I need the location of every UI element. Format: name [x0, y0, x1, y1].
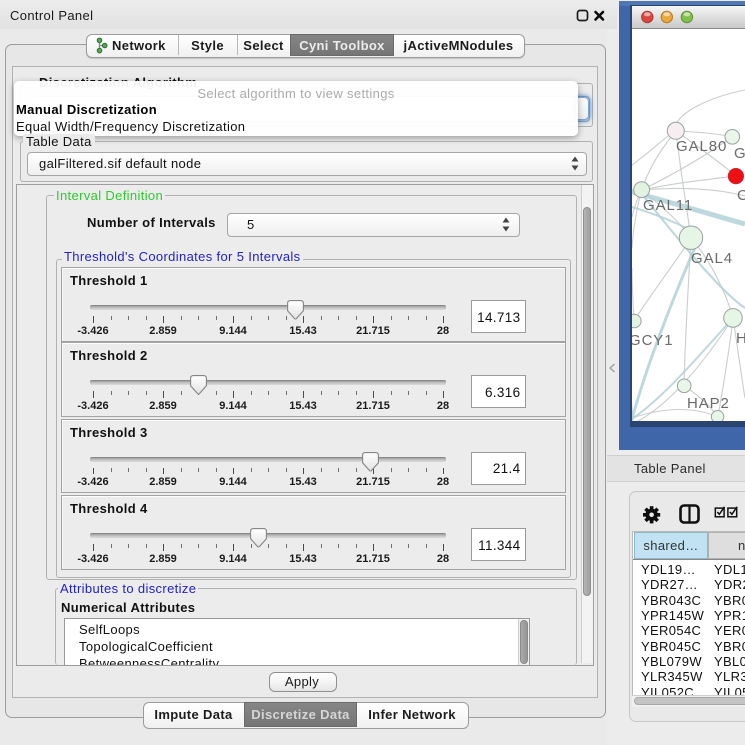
svg-text:GAL80: GAL80: [676, 138, 727, 155]
svg-text:H: H: [736, 330, 745, 347]
svg-text:HAP2: HAP2: [687, 395, 730, 412]
svg-text:GA: GA: [734, 145, 745, 162]
svg-text:GCY1: GCY1: [632, 332, 673, 349]
svg-text:GAL11: GAL11: [643, 197, 693, 214]
svg-text:GAL4: GAL4: [691, 250, 733, 267]
svg-text:C: C: [737, 187, 745, 204]
